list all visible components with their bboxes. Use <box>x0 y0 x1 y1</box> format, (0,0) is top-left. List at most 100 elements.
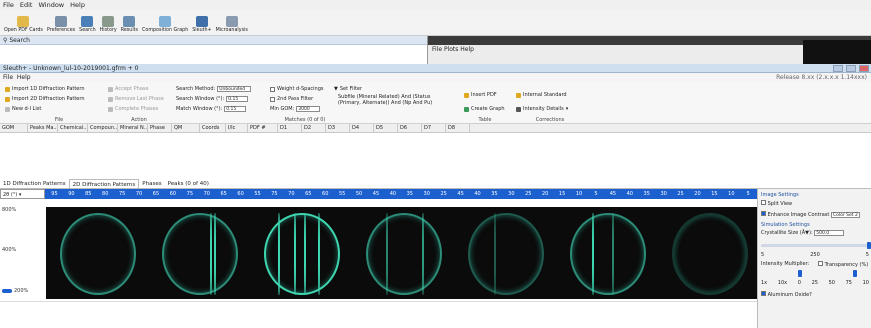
angle-tick-label: 50 <box>355 191 363 197</box>
table-column-header[interactable]: D7 <box>422 124 446 132</box>
insert-icon <box>464 92 469 98</box>
set-filter-button[interactable]: ▼ Set Filter <box>334 86 362 92</box>
table-column-header[interactable]: Compoun... <box>88 124 118 132</box>
history-button[interactable]: History <box>98 9 119 35</box>
ribbon-group-action: Accept Phase Remove Last Phase Complete … <box>106 84 172 124</box>
table-column-header[interactable]: D1 <box>278 124 302 132</box>
diffraction-line <box>304 213 306 295</box>
enhance-contrast-checkbox[interactable]: Enhance Image Contrast Color Set 2 <box>761 211 860 218</box>
maximize-button[interactable] <box>846 65 856 72</box>
table-column-header[interactable]: Mineral N... <box>118 124 148 132</box>
close-button[interactable] <box>859 65 869 72</box>
diffraction-line <box>494 213 496 295</box>
match-window-input[interactable]: 0.15 <box>224 106 247 112</box>
results-button[interactable]: Results <box>119 9 140 35</box>
transparency-checkbox[interactable]: Transparency (%) <box>818 261 868 268</box>
import-1d-button[interactable]: Import 1D Diffraction Pattern <box>5 86 85 92</box>
table-column-header[interactable]: Coords <box>200 124 226 132</box>
tab-1d-diffraction[interactable]: 1D Diffraction Patterns <box>0 179 69 188</box>
table-column-header[interactable]: PDF # <box>248 124 278 132</box>
min-gom-label: Min GOM: <box>270 106 295 112</box>
ribbon-group-corrections: Internal Standard Intensity Details ▾ Cor… <box>514 84 586 124</box>
split-view-checkbox[interactable]: Split View <box>761 200 792 207</box>
table-column-header[interactable]: D4 <box>350 124 374 132</box>
sleuth-button[interactable]: Sleuth+ <box>190 9 213 35</box>
menu-edit[interactable]: Edit <box>20 1 33 9</box>
transparency-slider-knob[interactable] <box>853 270 857 277</box>
new-di-list-button[interactable]: New d-I List <box>5 106 41 112</box>
dark-window[interactable] <box>803 40 871 64</box>
tab-phases[interactable]: Phases <box>139 179 164 188</box>
preferences-button[interactable]: Preferences <box>45 9 77 35</box>
table-column-header[interactable]: Peaks Ma... <box>28 124 58 132</box>
color-set-select[interactable]: Color Set 2 <box>830 212 860 218</box>
minimize-button[interactable] <box>833 65 843 72</box>
angle-tick-label: 35 <box>643 191 650 197</box>
table-column-header[interactable]: GOM <box>0 124 28 132</box>
table-column-header[interactable]: D2 <box>302 124 326 132</box>
results-table-body[interactable] <box>0 133 871 179</box>
internal-standard-button[interactable]: Internal Standard <box>516 92 567 98</box>
diffraction-frame[interactable] <box>352 207 454 299</box>
diffraction-frame[interactable] <box>148 207 250 299</box>
search-method-select[interactable]: Unbounded <box>217 86 252 92</box>
diffraction-ring <box>162 213 238 295</box>
composition-graph-button[interactable]: Composition Graph <box>140 9 190 35</box>
menu-window[interactable]: Window <box>38 1 64 9</box>
crystallite-size-input[interactable]: 500.0 <box>814 230 845 236</box>
sleuth-menu-help[interactable]: Help <box>17 74 31 81</box>
accept-phase-button[interactable]: Accept Phase <box>108 86 149 92</box>
table-column-header[interactable]: D3 <box>326 124 350 132</box>
scale-tick: 5 <box>761 252 765 258</box>
table-column-header[interactable]: Phase <box>148 124 172 132</box>
history-icon <box>102 16 115 27</box>
min-gom-input[interactable]: 3000 <box>296 106 321 112</box>
checkbox <box>761 211 766 216</box>
remove-last-phase-button[interactable]: Remove Last Phase <box>108 96 164 102</box>
crystallite-slider[interactable] <box>761 244 869 247</box>
angle-tick-label: 25 <box>677 191 684 197</box>
table-column-header[interactable]: I/Ic <box>226 124 248 132</box>
main-toolbar: Open PDF Cards Preferences Search Histor… <box>0 10 871 36</box>
open-pdf-cards-button[interactable]: Open PDF Cards <box>2 9 45 35</box>
table-column-header[interactable]: D5 <box>374 124 398 132</box>
search-window-input[interactable]: 0.15 <box>226 96 249 102</box>
intensity-slider-knob[interactable] <box>798 270 802 277</box>
diffraction-frame[interactable] <box>46 207 148 299</box>
search-window-title[interactable]: ⚲ Search <box>0 36 430 45</box>
crystallite-slider-knob[interactable] <box>867 242 871 249</box>
import-2d-button[interactable]: Import 2D Diffraction Pattern <box>5 96 85 102</box>
angle-tick-label: 15 <box>711 191 718 197</box>
insert-pdf-button[interactable]: Insert PDF <box>464 92 497 98</box>
intensity-details-button[interactable]: Intensity Details ▾ <box>516 106 568 112</box>
second-pass-filter-checkbox[interactable]: 2nd Pass Filter <box>270 96 313 102</box>
microanalysis-button[interactable]: Microanalysis <box>214 9 250 35</box>
search-button[interactable]: Search <box>77 9 97 35</box>
table-column-header[interactable]: D8 <box>446 124 470 132</box>
table-column-header[interactable]: QM <box>172 124 200 132</box>
diffraction-frame[interactable] <box>454 207 556 299</box>
diffraction-frame[interactable] <box>556 207 658 299</box>
table-column-header[interactable]: Chemical... <box>58 124 88 132</box>
list-icon <box>5 106 10 112</box>
angle-tick-label: 45 <box>609 191 617 197</box>
tab-peaks[interactable]: Peaks (0 of 40) <box>165 179 212 188</box>
weight-d-spacings-checkbox[interactable]: Weight d-Spacings <box>270 86 323 92</box>
angle-tick-label: 65 <box>152 191 160 197</box>
sleuth-menu-file[interactable]: File <box>3 74 13 81</box>
create-graph-button[interactable]: Create Graph <box>464 106 505 112</box>
complete-phases-button[interactable]: Complete Phases <box>108 106 158 112</box>
zoom-slider-handle[interactable] <box>2 289 12 293</box>
angle-tick-label: 75 <box>271 191 278 197</box>
axis-unit-select[interactable]: 2θ (°) ▾ <box>0 189 45 199</box>
diffraction-frame[interactable] <box>250 207 352 299</box>
table-column-header[interactable]: D6 <box>398 124 422 132</box>
version-label: Release 8.xx (2.x.x.x 1.14xxx) <box>776 74 867 81</box>
tab-2d-diffraction[interactable]: 2D Diffraction Patterns <box>68 179 140 188</box>
ribbon-group-table: Insert PDF Create Graph Table <box>462 84 508 124</box>
diffraction-frame[interactable] <box>658 207 760 299</box>
menu-file[interactable]: File <box>3 1 14 9</box>
y-label: 800% <box>2 207 17 213</box>
menu-help[interactable]: Help <box>70 1 85 9</box>
aluminum-oxide-checkbox[interactable]: Aluminum Oxide? <box>761 291 812 298</box>
